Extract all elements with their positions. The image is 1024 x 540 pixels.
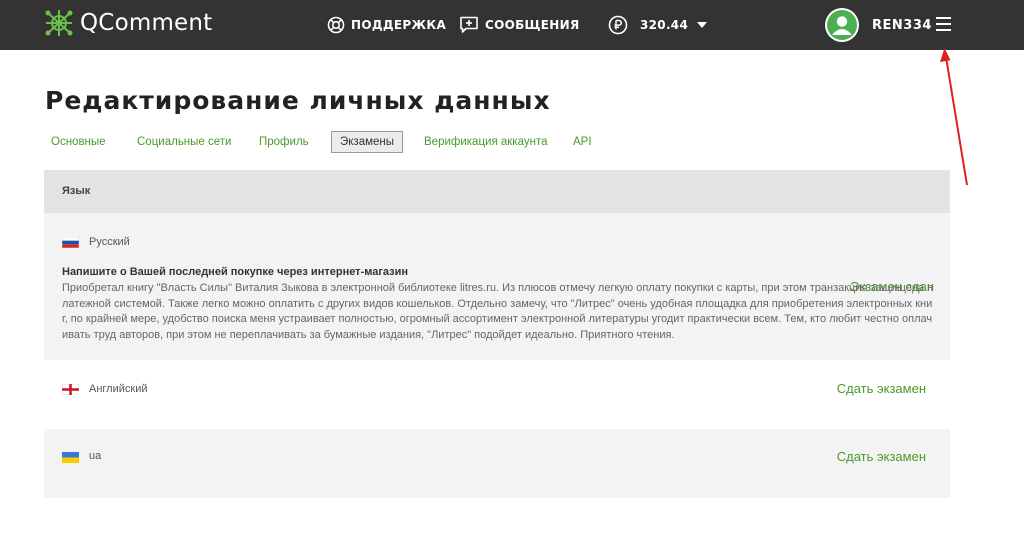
language-name: Русский: [89, 236, 130, 248]
table-header: Язык: [44, 170, 950, 213]
tab-social-networks[interactable]: Социальные сети: [137, 131, 231, 153]
messages-link[interactable]: СООБЩЕНИЯ: [459, 0, 580, 50]
language-name: ua: [89, 450, 102, 462]
take-exam-link[interactable]: Сдать экзамен: [837, 381, 926, 396]
tab-profile[interactable]: Профиль: [259, 131, 309, 153]
take-exam-link[interactable]: Сдать экзамен: [837, 449, 926, 464]
language-name: Английский: [89, 383, 148, 395]
logo-text: QComment: [80, 10, 213, 36]
balance-value: 320.44: [640, 18, 689, 32]
qcomment-logo-icon: [45, 10, 73, 36]
messages-label: СООБЩЕНИЯ: [485, 18, 580, 32]
support-label: ПОДДЕРЖКА: [351, 18, 447, 32]
table-row: Русский Экзамен сдан Напишите о Вашей по…: [44, 213, 950, 360]
support-link[interactable]: ПОДДЕРЖКА: [327, 0, 446, 50]
ukraine-flag-icon: [62, 452, 79, 463]
ruble-icon: [608, 15, 628, 35]
exam-question: Напишите о Вашей последней покупке через…: [62, 266, 409, 278]
tab-exams[interactable]: Экзамены: [331, 131, 404, 153]
user-avatar-icon[interactable]: [825, 8, 859, 42]
tab-api[interactable]: API: [573, 131, 592, 153]
england-flag-icon: [62, 384, 79, 395]
russia-flag-icon: [62, 237, 79, 248]
username[interactable]: REN334: [872, 0, 932, 50]
menu-icon[interactable]: [936, 17, 951, 31]
tab-main[interactable]: Основные: [51, 131, 106, 153]
caret-down-icon: [697, 22, 708, 28]
message-plus-icon: [460, 16, 478, 33]
logo[interactable]: QComment: [44, 8, 212, 38]
page-title: Редактирование личных данных: [45, 86, 551, 115]
balance-dropdown[interactable]: 320.44: [608, 0, 708, 50]
top-navbar: QComment ПОДДЕРЖКА СООБЩЕНИЯ 320.44 REN3…: [0, 0, 1024, 50]
lifebuoy-icon: [327, 16, 345, 34]
table-row: Английский Сдать экзамен: [44, 360, 950, 429]
table-row: ua Сдать экзамен: [44, 429, 950, 498]
exam-answer-text: Приобретал книгу "Власть Силы" Виталия З…: [62, 282, 934, 341]
exams-table: Язык Русский Экзамен сдан Напишите о Ваш…: [44, 170, 950, 498]
tab-account-verification[interactable]: Верификация аккаунта: [424, 131, 548, 153]
